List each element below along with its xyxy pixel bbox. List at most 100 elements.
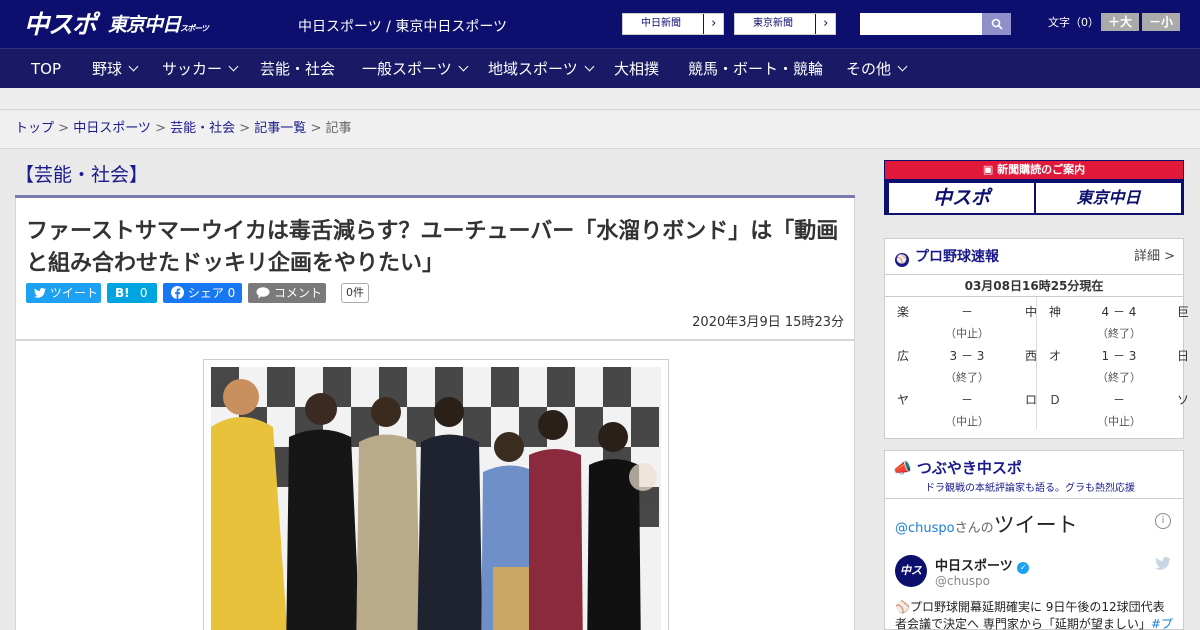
comment-label: コメント	[273, 286, 322, 300]
nav-label: 野球	[92, 60, 123, 78]
search-icon	[991, 18, 1003, 30]
breadcrumb-top[interactable]: トップ	[15, 121, 54, 136]
game-score[interactable]: ヤ － ロ （中止）	[897, 387, 1037, 431]
breadcrumb-sep: >	[150, 121, 171, 136]
breadcrumb: トップ > 中日スポーツ > 芸能・社会 > 記事一覧 > 記事	[0, 111, 1200, 149]
font-larger-button[interactable]: ＋大	[1101, 13, 1139, 31]
press-event-photo	[211, 367, 661, 630]
nav-label: 地域スポーツ	[488, 60, 578, 78]
breadcrumb-entertainment[interactable]: 芸能・社会	[170, 121, 235, 136]
scores-timestamp: 03月08日16時25分現在	[885, 275, 1183, 297]
site-links[interactable]: 中日スポーツ / 東京中日スポーツ	[298, 16, 507, 36]
tokyo-shimbun-button[interactable]: 東京新聞 ›	[734, 13, 836, 35]
ad-strip	[0, 88, 1200, 110]
breadcrumb-sep: >	[306, 121, 326, 136]
facebook-share-label: シェア 0	[187, 286, 236, 300]
chevron-down-icon	[128, 61, 139, 72]
nav-item-local-sports[interactable]: 地域スポーツ	[488, 49, 595, 89]
nav-item-general-sports[interactable]: 一般スポーツ	[362, 49, 469, 89]
timeline-handle[interactable]: @chuspo	[895, 521, 955, 536]
games-grid: 楽 － 中 （中止） 神 4 － 4 巨 （終了） 広 3 － 3 西 （終了）…	[885, 297, 1189, 431]
avatar[interactable]: 中スポ	[895, 555, 927, 609]
account-name[interactable]: 中日スポーツ ✓	[935, 555, 1030, 574]
search-input[interactable]	[860, 13, 982, 35]
account-handle[interactable]: @chuspo	[935, 574, 990, 588]
article-body	[15, 340, 855, 630]
hatena-b-icon: B!	[115, 286, 130, 300]
breadcrumb-article-list[interactable]: 記事一覧	[254, 121, 306, 136]
subscription-banner[interactable]: ▣ 新聞購読のご案内 中スポ 東京中日	[884, 160, 1184, 215]
tweet-text: ⚾プロ野球開幕延期確実に 9日午後の12球団代表 者会議で決定へ 専門家から「延…	[895, 599, 1175, 630]
game-score[interactable]: Ｄ － ソ （中止）	[1049, 387, 1189, 431]
away-team: ロ	[1024, 393, 1037, 407]
nav-label: 一般スポーツ	[362, 60, 452, 78]
away-team: 中	[1024, 305, 1037, 319]
facebook-icon	[171, 286, 184, 299]
tweet-line-1: プロ野球開幕延期確実に 9日午後の12球団代表	[909, 600, 1165, 614]
nav-label: 芸能・社会	[260, 60, 336, 78]
search-button[interactable]	[982, 13, 1011, 35]
baseball-scores-title: ⚾ プロ野球速報 詳細 >	[885, 239, 1183, 275]
megaphone-icon: 📣	[893, 459, 912, 477]
nav-item-other[interactable]: その他	[846, 49, 908, 89]
baseball-scores-box: ⚾ プロ野球速報 詳細 > 03月08日16時25分現在 楽 － 中 （中止） 神…	[884, 238, 1189, 439]
tweets-title: 📣 つぶやき中スポ	[893, 457, 1022, 478]
photo-image	[211, 367, 661, 630]
logo-tokyo-chunichi[interactable]: 東京中日スポーツ	[108, 10, 209, 37]
baseball-title-text: プロ野球速報	[915, 249, 999, 265]
tweet-button[interactable]: ツイート	[26, 283, 101, 303]
breadcrumb-chunichi-sports[interactable]: 中日スポーツ	[73, 121, 151, 136]
nav-item-baseball[interactable]: 野球	[92, 49, 139, 89]
main-nav: TOP 野球 サッカー 芸能・社会 一般スポーツ 地域スポーツ 大相撲 競馬・ボ…	[0, 48, 1200, 88]
nav-item-soccer[interactable]: サッカー	[162, 49, 239, 89]
logo-chuspo[interactable]: 中スポ	[24, 5, 97, 41]
chunichi-shimbun-label: 中日新聞	[641, 18, 681, 29]
nav-item-racing[interactable]: 競馬・ボート・競輪	[688, 49, 823, 89]
away-team: 西	[1024, 349, 1037, 363]
game-status: （中止）	[1097, 415, 1141, 428]
twitter-timeline-widget: @chuspoさんのツイート i 中スポ 中日スポーツ ✓ @chuspo ⚾プ…	[885, 499, 1183, 630]
timeline-heading: ツイート	[993, 513, 1078, 537]
nav-label: 大相撲	[614, 60, 660, 78]
subscribe-tokyo-button[interactable]: 東京中日	[1036, 183, 1181, 213]
timeline-title: @chuspoさんのツイート	[895, 509, 1173, 539]
game-score[interactable]: オ 1 － 3 日 （終了）	[1049, 343, 1189, 387]
tweet-label: ツイート	[49, 286, 98, 300]
score: 1 － 3	[1101, 349, 1137, 363]
chevron-down-icon	[228, 61, 239, 72]
account-name-text: 中日スポーツ	[935, 559, 1013, 574]
nav-item-entertainment[interactable]: 芸能・社会	[260, 49, 335, 89]
comment-button[interactable]: コメント	[248, 283, 326, 303]
tweets-box: 📣 つぶやき中スポ ドラ観戦の本紙評論家も語る。グラも熱烈応援 @chuspoさ…	[884, 450, 1184, 630]
game-status: （終了）	[1097, 371, 1141, 384]
nav-label: TOP	[31, 60, 62, 78]
game-score[interactable]: 神 4 － 4 巨 （終了）	[1049, 299, 1189, 343]
hatena-bookmark-button[interactable]: B! 0	[107, 283, 157, 303]
away-team: 日	[1176, 349, 1189, 363]
baseball-details-link[interactable]: 詳細 >	[1134, 239, 1175, 275]
game-status: （中止）	[945, 327, 989, 340]
score: －	[960, 393, 973, 407]
score: 3 － 3	[949, 349, 985, 363]
baseball-emoji-icon: ⚾	[895, 600, 910, 614]
game-score[interactable]: 楽 － 中 （中止）	[897, 299, 1037, 343]
tweet-line-2: 者会議で決定へ 専門家から「延期が望ましい」	[895, 617, 1151, 630]
nav-label: その他	[846, 60, 892, 78]
info-icon[interactable]: i	[1155, 513, 1171, 529]
score: －	[1112, 393, 1125, 407]
site-logo[interactable]: 中スポ 東京中日スポーツ	[24, 5, 209, 41]
twitter-bird-icon[interactable]	[1155, 557, 1171, 570]
nav-item-sumo[interactable]: 大相撲	[614, 49, 659, 89]
article-title: ファーストサマーウイカは毒舌減らす？ユーチューバー「水溜りボンド」は「動画と組み…	[26, 219, 839, 276]
font-smaller-button[interactable]: －小	[1142, 13, 1180, 31]
chunichi-shimbun-button[interactable]: 中日新聞 ›	[622, 13, 724, 35]
facebook-share-button[interactable]: シェア 0	[163, 283, 242, 303]
logo-tokyo-text: 東京中日	[108, 13, 181, 36]
nav-item-top[interactable]: TOP	[31, 49, 61, 89]
subscription-header: ▣ 新聞購読のご案内	[885, 161, 1183, 179]
subscribe-chuspo-button[interactable]: 中スポ	[889, 183, 1034, 213]
tweet-hashtag[interactable]: #プ	[1151, 617, 1173, 630]
game-score[interactable]: 広 3 － 3 西 （終了）	[897, 343, 1037, 387]
article-photo[interactable]	[203, 359, 669, 630]
newspaper-icon: ▣	[982, 163, 998, 176]
